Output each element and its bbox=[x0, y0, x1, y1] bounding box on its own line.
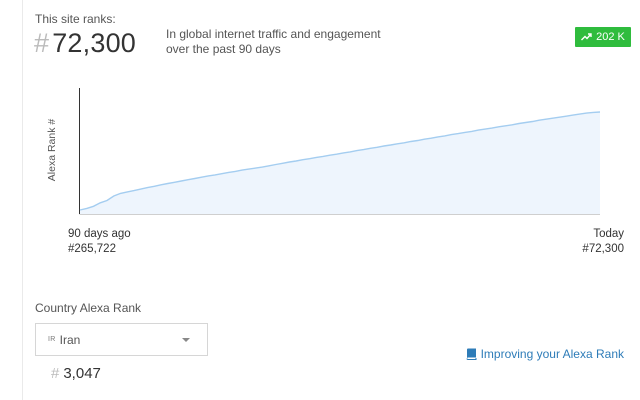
hash-symbol: # bbox=[34, 28, 50, 58]
country-select[interactable]: IR Iran bbox=[35, 323, 208, 356]
x-axis-end-value: #72,300 bbox=[582, 243, 624, 255]
rank-change-value: 202 K bbox=[596, 31, 625, 43]
x-axis-start: 90 days ago #265,722 bbox=[68, 227, 131, 257]
left-divider bbox=[22, 0, 23, 400]
x-axis-end: Today #72,300 bbox=[582, 227, 624, 257]
rank-trend-chart bbox=[79, 88, 601, 215]
rank-change-badge: 202 K bbox=[575, 27, 631, 47]
x-axis-start-label: 90 days ago bbox=[68, 228, 131, 240]
country-rank-label: Country Alexa Rank bbox=[35, 301, 142, 315]
x-axis-start-value: #265,722 bbox=[68, 243, 116, 255]
flag-icon: IR bbox=[48, 336, 56, 343]
rank-label: This site ranks: bbox=[35, 12, 116, 26]
country-rank: #3,047 bbox=[51, 365, 101, 382]
improve-rank-link[interactable]: Improving your Alexa Rank bbox=[466, 347, 624, 361]
chevron-down-icon bbox=[182, 338, 190, 342]
improve-rank-link-text: Improving your Alexa Rank bbox=[480, 347, 624, 361]
country-name: Iran bbox=[59, 332, 81, 347]
global-rank: #72,300 bbox=[34, 28, 136, 59]
x-axis-end-label: Today bbox=[593, 228, 624, 240]
chart-area-fill bbox=[80, 112, 600, 214]
book-icon bbox=[466, 348, 477, 360]
trending-up-icon bbox=[581, 33, 592, 41]
country-rank-value: 3,047 bbox=[63, 365, 101, 382]
hash-symbol: # bbox=[51, 365, 60, 382]
rank-description: In global internet traffic and engagemen… bbox=[166, 27, 381, 56]
global-rank-value: 72,300 bbox=[52, 28, 137, 58]
